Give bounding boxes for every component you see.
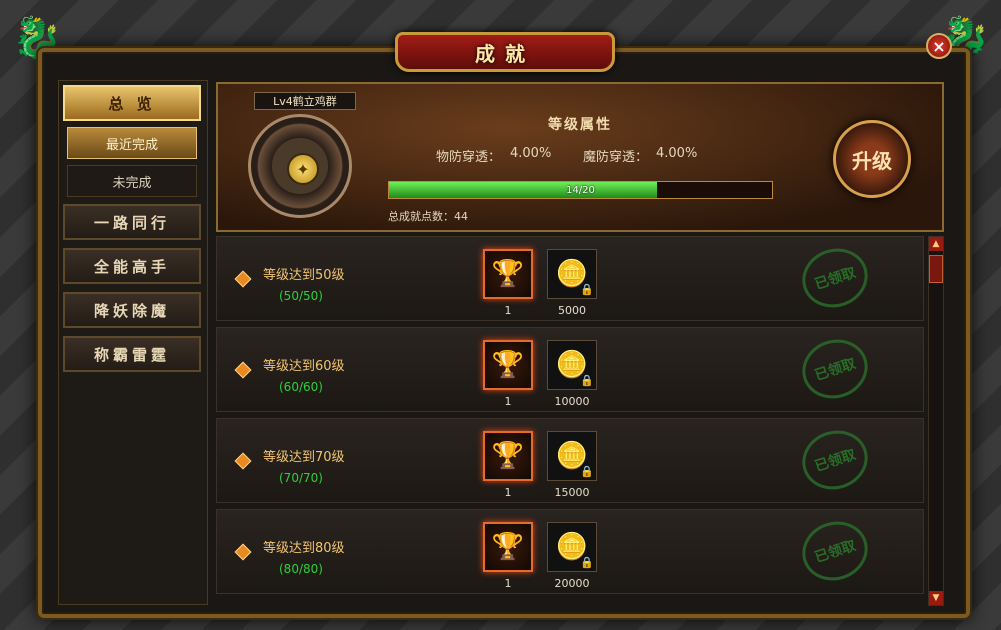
game-screen: 🐉 🐉 成就 × 总 览 最近完成 未完成 一路同行 全能高手 降妖除魔 称霸雷… xyxy=(0,0,1001,630)
level-emblem: ✦ xyxy=(248,114,352,218)
achievement-progress: (70/70) xyxy=(279,471,323,485)
achievement-row: 等级达到50级 (50/50) 🏆 1 🪙 🔒 5000 已领取 xyxy=(216,236,924,321)
window-title: 成就 xyxy=(475,41,535,66)
gold-coin-icon[interactable]: 🪙 🔒 xyxy=(547,340,597,390)
lock-icon: 🔒 xyxy=(580,283,594,296)
list-scrollbar[interactable]: ▲ ▼ xyxy=(928,236,944,606)
trophy-icon[interactable]: 🏆 xyxy=(483,340,533,390)
trophy-qty: 1 xyxy=(504,486,512,499)
achievement-row: 等级达到70级 (70/70) 🏆 1 🪙 🔒 15000 已领取 xyxy=(216,418,924,503)
achievement-title: 等级达到80级 xyxy=(263,541,345,556)
claimed-stamp: 已领取 xyxy=(794,513,876,589)
achievement-progress: (80/80) xyxy=(279,562,323,576)
claimed-stamp: 已领取 xyxy=(794,422,876,498)
claimed-stamp: 已领取 xyxy=(794,331,876,407)
diamond-icon xyxy=(234,361,252,379)
coin-qty: 20000 xyxy=(554,577,590,590)
achievement-list: 等级达到50级 (50/50) 🏆 1 🪙 🔒 5000 已领取 等级达到60级 … xyxy=(216,236,926,606)
trophy-icon[interactable]: 🏆 xyxy=(483,249,533,299)
coin-qty: 10000 xyxy=(554,395,590,408)
window-titlebar: 成就 xyxy=(395,32,615,72)
lock-icon: 🔒 xyxy=(580,465,594,478)
achievement-row: 等级达到60级 (60/60) 🏆 1 🪙 🔒 10000 已领取 xyxy=(216,327,924,412)
diamond-icon xyxy=(234,452,252,470)
emblem-medal-icon: ✦ xyxy=(287,153,319,185)
achievement-title: 等级达到60级 xyxy=(263,359,345,374)
gold-coin-icon[interactable]: 🪙 🔒 xyxy=(547,522,597,572)
trophy-icon[interactable]: 🏆 xyxy=(483,431,533,481)
trophy-qty: 1 xyxy=(504,304,512,317)
progress-text: 14/20 xyxy=(566,184,595,196)
achievement-progress-bar: 14/20 xyxy=(388,181,773,199)
nav-category-3[interactable]: 降妖除魔 xyxy=(63,292,201,328)
scroll-down-icon[interactable]: ▼ xyxy=(929,591,943,605)
gold-coin-icon[interactable]: 🪙 🔒 xyxy=(547,431,597,481)
achievement-progress: (50/50) xyxy=(279,289,323,303)
claimed-stamp: 已领取 xyxy=(794,240,876,316)
nav-recent-complete[interactable]: 最近完成 xyxy=(67,127,197,159)
sidebar: 总 览 最近完成 未完成 一路同行 全能高手 降妖除魔 称霸雷霆 xyxy=(58,80,208,605)
attr-title: 等级属性 xyxy=(548,117,612,133)
phys-pen-value: 4.00% xyxy=(510,146,552,161)
achievement-row: 等级达到80级 (80/80) 🏆 1 🪙 🔒 20000 已领取 xyxy=(216,509,924,594)
scroll-thumb[interactable] xyxy=(929,255,943,283)
trophy-icon[interactable]: 🏆 xyxy=(483,522,533,572)
nav-incomplete[interactable]: 未完成 xyxy=(67,165,197,197)
close-button[interactable]: × xyxy=(926,33,952,59)
level-attribute-panel: Lv4鹤立鸡群 ✦ 等级属性 物防穿透： 4.00% 魔防穿透： 4.00% 1… xyxy=(216,82,944,232)
level-tag: Lv4鹤立鸡群 xyxy=(254,92,356,110)
trophy-qty: 1 xyxy=(504,395,512,408)
nav-overview[interactable]: 总 览 xyxy=(63,85,201,121)
nav-category-2[interactable]: 全能高手 xyxy=(63,248,201,284)
achievement-progress: (60/60) xyxy=(279,380,323,394)
scroll-up-icon[interactable]: ▲ xyxy=(929,237,943,251)
gold-coin-icon[interactable]: 🪙 🔒 xyxy=(547,249,597,299)
total-points-value: 44 xyxy=(454,210,468,223)
total-points-label: 总成就点数： xyxy=(388,210,454,223)
lock-icon: 🔒 xyxy=(580,556,594,569)
diamond-icon xyxy=(234,270,252,288)
magic-pen-value: 4.00% xyxy=(656,146,698,161)
nav-category-1[interactable]: 一路同行 xyxy=(63,204,201,240)
phys-pen-label: 物防穿透： xyxy=(436,150,502,165)
diamond-icon xyxy=(234,543,252,561)
upgrade-button[interactable]: 升级 xyxy=(833,120,911,198)
total-points: 总成就点数：44 xyxy=(388,208,468,224)
achievement-title: 等级达到70级 xyxy=(263,450,345,465)
lock-icon: 🔒 xyxy=(580,374,594,387)
magic-pen-label: 魔防穿透： xyxy=(583,150,649,165)
coin-qty: 15000 xyxy=(554,486,590,499)
trophy-qty: 1 xyxy=(504,577,512,590)
coin-qty: 5000 xyxy=(558,304,586,317)
nav-category-4[interactable]: 称霸雷霆 xyxy=(63,336,201,372)
achievement-title: 等级达到50级 xyxy=(263,268,345,283)
